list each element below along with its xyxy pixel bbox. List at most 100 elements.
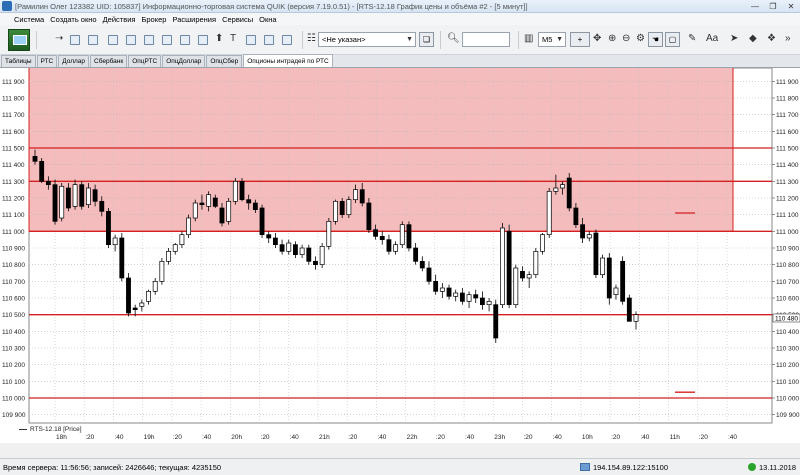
account-select[interactable]: <Не указан> ▼ (318, 32, 416, 47)
y-tick-label-left: 111 800 (2, 96, 25, 103)
candle-body (299, 247, 305, 256)
pin-icon[interactable]: T (230, 33, 236, 45)
x-tick-label: :20 (523, 434, 532, 441)
close-button[interactable]: ✕ (782, 0, 800, 13)
positions-icon[interactable] (162, 35, 172, 45)
candle-body (199, 202, 205, 206)
candle-body (219, 207, 225, 224)
tab[interactable]: РТС (36, 55, 58, 67)
restore-button[interactable]: ❐ (764, 0, 782, 13)
candle-body (106, 210, 111, 246)
candle-body (500, 227, 505, 306)
y-tick-label-right: 111 200 (776, 196, 799, 203)
candle-body (573, 207, 579, 226)
zoom-out-icon[interactable]: ⊖ (622, 33, 630, 45)
y-tick-label-left: 111 400 (2, 162, 25, 169)
table-icon[interactable] (88, 35, 98, 45)
layers-icon[interactable]: ❖ (767, 33, 776, 45)
hand-tool-button[interactable]: ☚ (648, 32, 663, 47)
select-tool-button[interactable]: ▢ (665, 32, 680, 47)
candle-body (353, 189, 358, 201)
tab[interactable]: ОпцРТС (128, 55, 162, 67)
pencil-icon[interactable]: ✎ (688, 33, 696, 45)
y-tick-label-right: 111 300 (776, 179, 799, 186)
candle-body (419, 260, 425, 269)
tab[interactable]: Таблицы (1, 55, 36, 67)
y-tick-label-left: 110 500 (2, 312, 25, 319)
candle-body (506, 230, 512, 306)
more-icon[interactable]: » (785, 33, 791, 45)
toolbar-separator (440, 31, 441, 49)
account-info-button[interactable]: ❏ (419, 32, 434, 47)
settings-icon[interactable]: ⚙ (636, 33, 645, 45)
messages-icon[interactable] (282, 35, 292, 45)
candle-body (259, 207, 265, 236)
candle-body (626, 297, 632, 322)
menu-item[interactable]: Создать окно (47, 15, 99, 24)
x-tick-label: :40 (553, 434, 562, 441)
search-input[interactable] (462, 32, 510, 47)
candle-body (339, 200, 345, 216)
y-tick-label-left: 110 700 (2, 279, 25, 286)
quik-logo-icon[interactable] (8, 29, 30, 51)
trades-icon[interactable] (126, 35, 136, 45)
candle-body (79, 184, 85, 207)
x-tick-label: 20h (231, 434, 242, 441)
chart-icon[interactable]: ⬆ (215, 33, 223, 45)
candle-body (172, 244, 178, 252)
search-icon[interactable]: 🔍︎ (447, 33, 460, 45)
candle-body (479, 297, 485, 306)
alerts-icon[interactable] (246, 35, 256, 45)
candle-body (520, 270, 525, 279)
bar-chart-icon[interactable]: ▥ (524, 33, 533, 45)
candle-body (600, 257, 606, 276)
candle-body (513, 267, 519, 306)
portfolio-icon[interactable] (198, 35, 208, 45)
online-indicator-icon (748, 463, 757, 471)
candle-body (132, 307, 138, 311)
y-tick-label-left: 111 600 (2, 129, 25, 136)
menu-item[interactable]: Расширения (169, 15, 219, 24)
minimize-button[interactable]: — (746, 0, 764, 13)
news-icon[interactable] (264, 35, 274, 45)
tab[interactable]: Сбербанк (90, 55, 128, 67)
zoom-in-icon[interactable]: ⊕ (608, 33, 616, 45)
add-indicator-button[interactable]: + (570, 32, 590, 47)
y-tick-label-left: 110 300 (2, 346, 25, 353)
interval-select[interactable]: M5 ▼ (538, 32, 566, 47)
menu-item[interactable]: Система (0, 15, 47, 24)
tab[interactable]: Опционы интрадей по РТС (243, 54, 333, 67)
arrow-right-icon[interactable]: ➝ (55, 33, 63, 45)
limits-icon[interactable] (180, 35, 190, 45)
text-tool-icon[interactable]: Aa (706, 33, 718, 45)
candle-body (633, 314, 639, 322)
orders-icon[interactable] (144, 35, 154, 45)
fill-icon[interactable]: ◆ (749, 33, 757, 45)
x-tick-label: 19h (144, 434, 155, 441)
candle-body (606, 257, 612, 299)
arrow-tool-icon[interactable]: ➤ (730, 33, 738, 45)
candle-body (32, 155, 38, 162)
menu-item[interactable]: Действия (100, 15, 139, 24)
candle-body (533, 250, 539, 276)
candle-body (393, 244, 399, 252)
tab[interactable]: ОпцСбер (206, 55, 243, 67)
y-tick-label-right: 110 000 (776, 396, 799, 403)
tab[interactable]: ОпцДоллар (162, 55, 206, 67)
chevron-down-icon: ▼ (556, 36, 563, 43)
menu-item[interactable]: Окна (256, 15, 279, 24)
candle-body (99, 200, 105, 212)
candle-body (45, 180, 51, 186)
quotes-icon[interactable] (108, 35, 118, 45)
y-tick-label-right: 110 900 (776, 246, 799, 253)
menu-item[interactable]: Сервисы (219, 15, 256, 24)
window-title: [Рамилин Олег 123382 UID: 105837] Информ… (15, 1, 528, 11)
crosshair-icon[interactable]: ✥ (593, 33, 601, 45)
window-icon[interactable] (70, 35, 80, 45)
menu-item[interactable]: Брокер (138, 15, 169, 24)
price-chart[interactable]: 109 900 109 900 110 000 110 000 110 100 110 1… (0, 64, 800, 450)
chart-canvas[interactable]: 109 900 109 900 110 000 110 000 110 100 110 1… (0, 64, 800, 450)
account-icon[interactable]: ☷ (307, 33, 316, 45)
candle-body (39, 160, 45, 182)
tab[interactable]: Доллар (58, 55, 90, 67)
